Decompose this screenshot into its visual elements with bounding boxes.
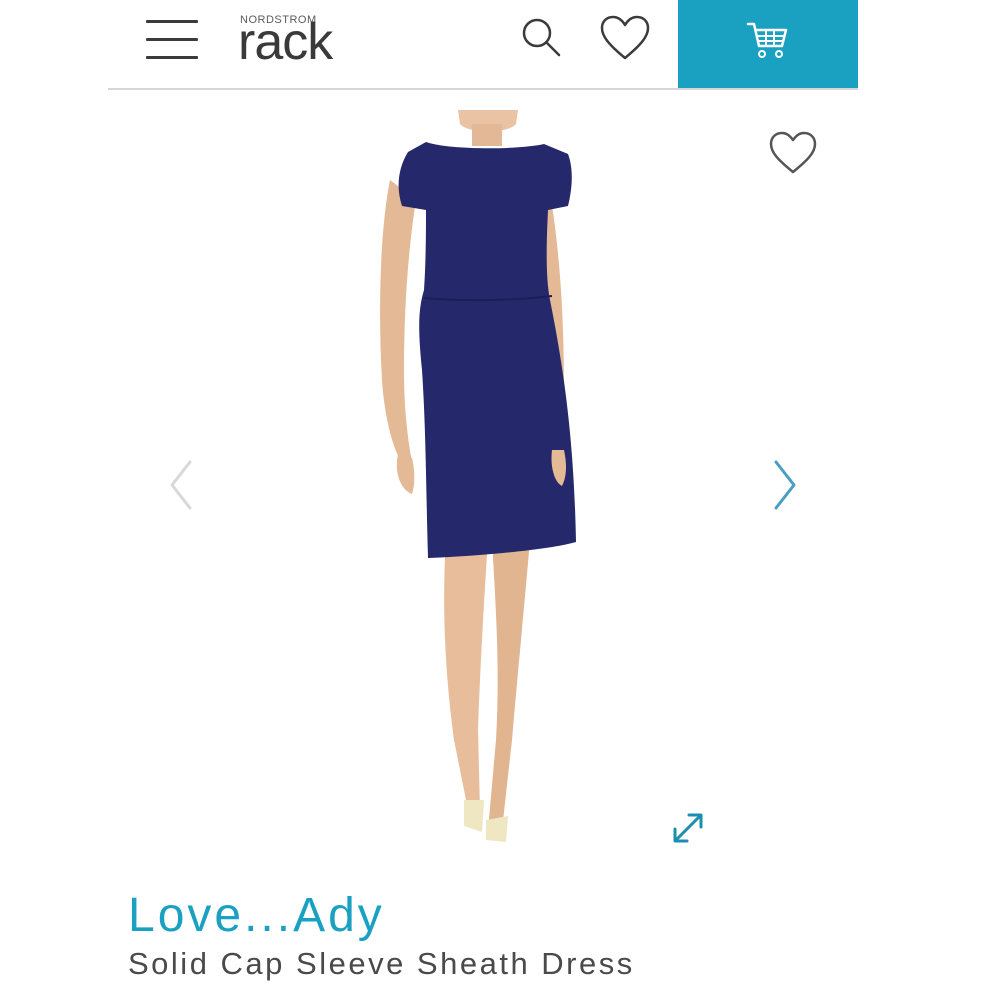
expand-arrows-icon[interactable] <box>670 810 706 846</box>
product-photo <box>380 110 576 842</box>
heart-outline-icon[interactable] <box>766 130 820 178</box>
product-brand[interactable]: Love...Ady <box>128 888 385 944</box>
product-name: Solid Cap Sleeve Sheath Dress <box>128 946 635 981</box>
chevron-left-icon[interactable] <box>166 458 196 512</box>
chevron-right-icon[interactable] <box>770 458 800 512</box>
search-icon[interactable] <box>518 14 566 62</box>
product-image-carousel[interactable] <box>108 110 858 860</box>
heart-icon[interactable] <box>598 14 652 64</box>
product-page: NORDSTROM rack Love...Ady Solid Cap Slee… <box>0 0 1000 1000</box>
cart-icon <box>744 16 792 64</box>
hamburger-menu-icon[interactable] <box>146 18 200 62</box>
nordstrom-rack-logo[interactable]: NORDSTROM rack <box>238 12 358 72</box>
logo-big-text: rack <box>238 13 333 71</box>
top-header: NORDSTROM rack <box>108 0 858 90</box>
cart-button[interactable] <box>678 0 858 88</box>
